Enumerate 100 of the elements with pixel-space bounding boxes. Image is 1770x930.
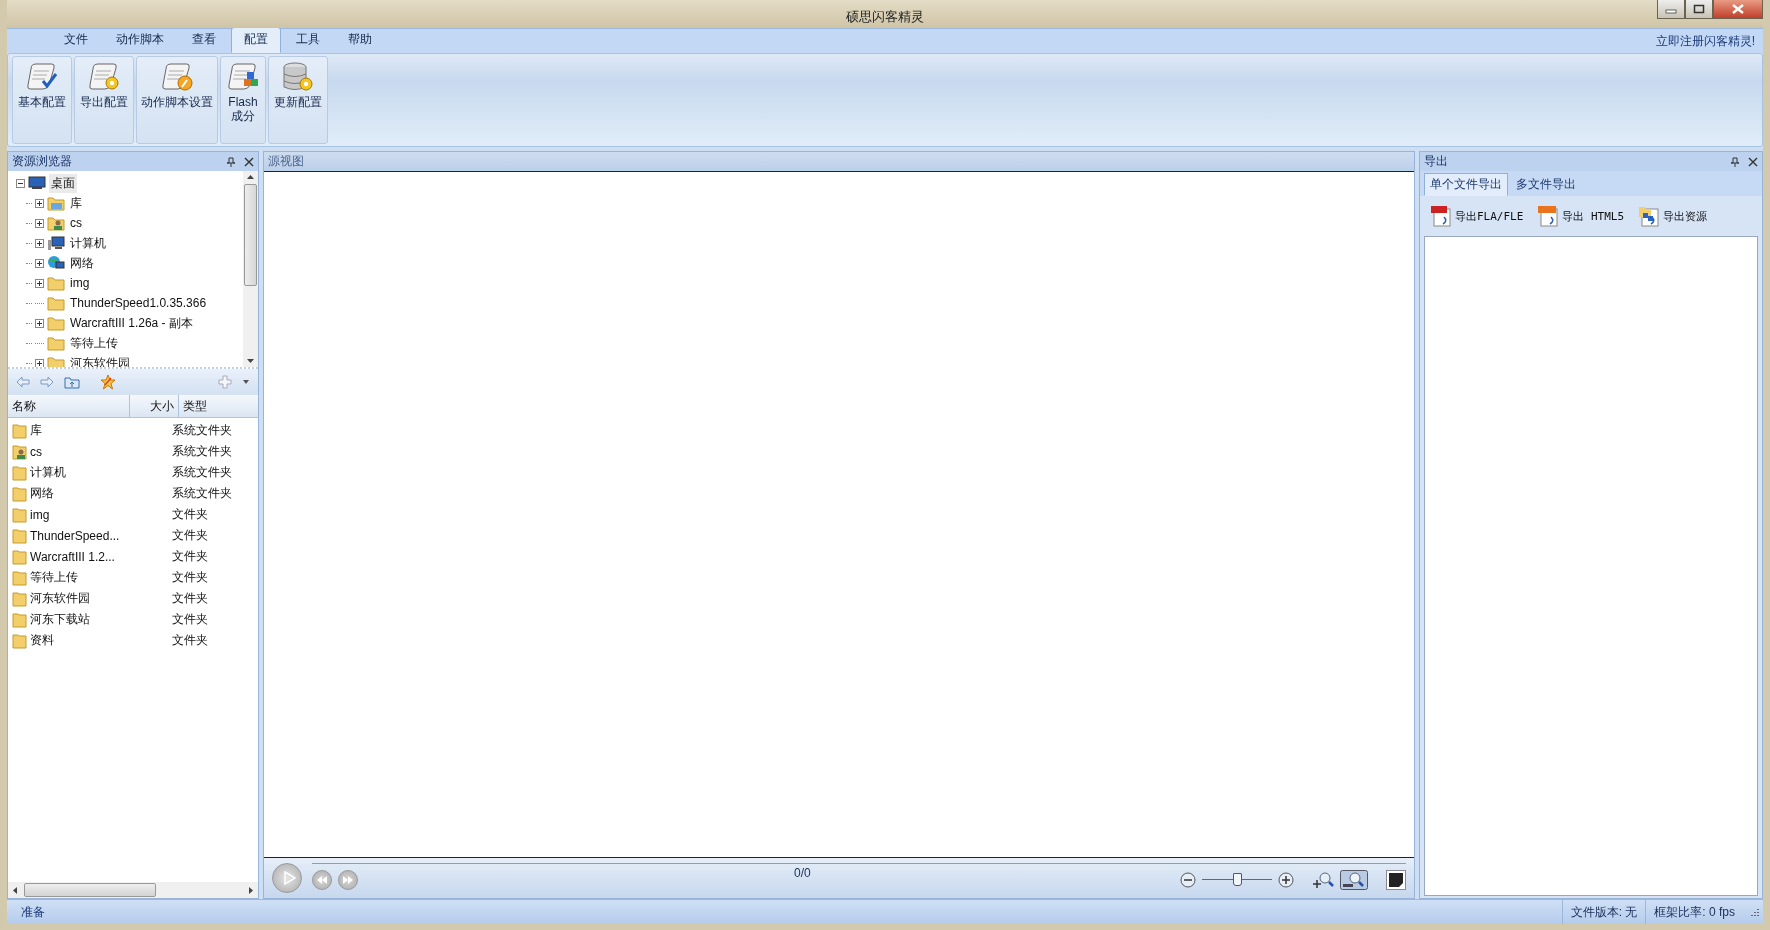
tree-item[interactable]: cs — [68, 215, 84, 231]
user-folder-icon — [47, 215, 65, 231]
timeline-track[interactable] — [312, 862, 1406, 864]
menu-tab[interactable]: 工具 — [283, 27, 333, 53]
expand-icon[interactable] — [35, 258, 44, 268]
file-type: 文件夹 — [172, 632, 208, 649]
register-link[interactable]: 立即注册闪客精灵! — [1655, 32, 1755, 50]
folder-icon — [12, 590, 28, 607]
expand-icon[interactable] — [35, 318, 44, 328]
ribbon-button[interactable]: 基本配置 — [12, 56, 72, 144]
close-button[interactable] — [1713, 0, 1763, 19]
maximize-button[interactable] — [1685, 0, 1713, 19]
folder-icon — [12, 464, 28, 481]
close-icon[interactable] — [244, 156, 254, 167]
file-version: 文件版本: 无 — [1561, 900, 1646, 924]
dropdown-arrow-icon[interactable] — [242, 379, 250, 385]
column-header[interactable]: 类型 — [179, 395, 258, 417]
close-icon — [1731, 4, 1745, 14]
column-header[interactable]: 名称 — [8, 395, 130, 417]
file-name[interactable]: 库 — [30, 422, 172, 439]
export-button[interactable]: 导出 HTML5 — [1535, 203, 1627, 229]
window-title: 硕思闪客精灵 — [846, 8, 924, 26]
file-name[interactable]: 计算机 — [30, 464, 172, 481]
folder-icon — [12, 506, 28, 523]
expand-icon[interactable] — [35, 218, 44, 228]
folder-up-icon[interactable] — [64, 375, 80, 389]
zoom-in-icon[interactable] — [1278, 871, 1294, 888]
file-type: 系统文件夹 — [172, 422, 232, 439]
star-icon[interactable] — [100, 374, 116, 390]
file-type: 文件夹 — [172, 506, 208, 523]
scroll-up-icon[interactable] — [246, 174, 255, 180]
panel-title: 源视图 — [268, 153, 304, 170]
user-folder-icon — [12, 443, 28, 460]
menu-tab[interactable]: 动作脚本 — [103, 27, 177, 53]
file-name[interactable]: ThunderSpeed... — [30, 528, 172, 543]
file-name[interactable]: 等待上传 — [30, 569, 172, 586]
menu-tab[interactable]: 查看 — [179, 27, 229, 53]
fast-forward-icon — [343, 875, 353, 884]
expand-icon[interactable] — [35, 198, 44, 208]
file-name[interactable]: img — [30, 507, 172, 522]
file-name[interactable]: 网络 — [30, 485, 172, 502]
scroll-left-icon[interactable] — [12, 885, 18, 895]
panel-title: 导出 — [1424, 153, 1448, 170]
ribbon-button[interactable]: 导出配置 — [74, 56, 134, 144]
ribbon-button[interactable]: Flash 成分 — [220, 56, 266, 144]
menu-tab[interactable]: 配置 — [231, 27, 281, 53]
tree-item[interactable]: WarcraftIII 1.26a - 副本 — [68, 313, 195, 333]
folder-icon — [12, 485, 28, 502]
pan-zoom-icon[interactable] — [1312, 870, 1334, 889]
menu-tab[interactable]: 文件 — [51, 27, 101, 53]
tree-item[interactable]: img — [68, 275, 92, 291]
folder-icon — [12, 569, 28, 586]
scroll-cubes-icon — [226, 61, 260, 93]
file-name[interactable]: cs — [30, 444, 172, 459]
network-icon — [47, 255, 65, 271]
tree-item[interactable]: 计算机 — [68, 233, 108, 253]
folder-icon — [47, 275, 65, 291]
expand-icon[interactable] — [35, 238, 44, 248]
actual-size-zoom-icon[interactable] — [1340, 869, 1368, 890]
column-header[interactable]: 大小 — [130, 395, 179, 417]
close-icon[interactable] — [1748, 156, 1758, 167]
ribbon-button[interactable]: 动作脚本设置 — [136, 56, 218, 144]
rewind-button[interactable] — [312, 869, 332, 890]
scroll-right-icon[interactable] — [248, 885, 254, 895]
menu-tab[interactable]: 帮助 — [335, 27, 385, 53]
export-button[interactable]: 导出FLA/FLE — [1428, 203, 1526, 229]
ribbon-button[interactable]: 更新配置 — [268, 56, 328, 144]
folder-icon — [12, 422, 28, 439]
collapse-icon[interactable] — [16, 178, 25, 188]
scroll-down-icon[interactable] — [246, 358, 255, 364]
tree-item[interactable]: ThunderSpeed1.0.35.366 — [68, 295, 209, 311]
file-type: 文件夹 — [172, 590, 208, 607]
minimize-button[interactable] — [1657, 0, 1685, 19]
expand-icon[interactable] — [35, 358, 44, 367]
status-message: 准备 — [20, 903, 45, 921]
pin-icon[interactable] — [226, 156, 236, 167]
export-button[interactable]: 导出资源 — [1636, 203, 1710, 229]
play-button[interactable] — [272, 863, 302, 893]
tree-item[interactable]: 等待上传 — [68, 333, 120, 353]
file-name[interactable]: 河东软件园 — [30, 590, 172, 607]
pin-icon[interactable] — [1730, 156, 1740, 167]
tree-item[interactable]: 网络 — [68, 253, 96, 273]
export-tab[interactable]: 多文件导出 — [1510, 173, 1582, 196]
file-name[interactable]: 资料 — [30, 632, 172, 649]
file-name[interactable]: WarcraftIII 1.2... — [30, 549, 172, 564]
tree-item[interactable]: 库 — [68, 193, 84, 213]
scrollbar[interactable] — [243, 171, 258, 367]
library-folder-icon — [47, 195, 65, 211]
fast-forward-button[interactable] — [338, 869, 358, 890]
tree-item[interactable]: 桌面 — [49, 173, 77, 193]
background-color-swatch[interactable] — [1386, 869, 1406, 890]
zoom-slider-thumb[interactable] — [1233, 873, 1242, 886]
file-name[interactable]: 河东下载站 — [30, 611, 172, 628]
scroll-gear-icon — [87, 61, 121, 93]
frame-rate: 框架比率: 0 fps — [1645, 900, 1743, 924]
expand-icon[interactable] — [35, 278, 44, 288]
folder-icon — [12, 527, 28, 544]
zoom-out-icon[interactable] — [1180, 871, 1196, 888]
export-tab[interactable]: 单个文件导出 — [1424, 173, 1508, 196]
scrollbar[interactable] — [8, 882, 258, 898]
